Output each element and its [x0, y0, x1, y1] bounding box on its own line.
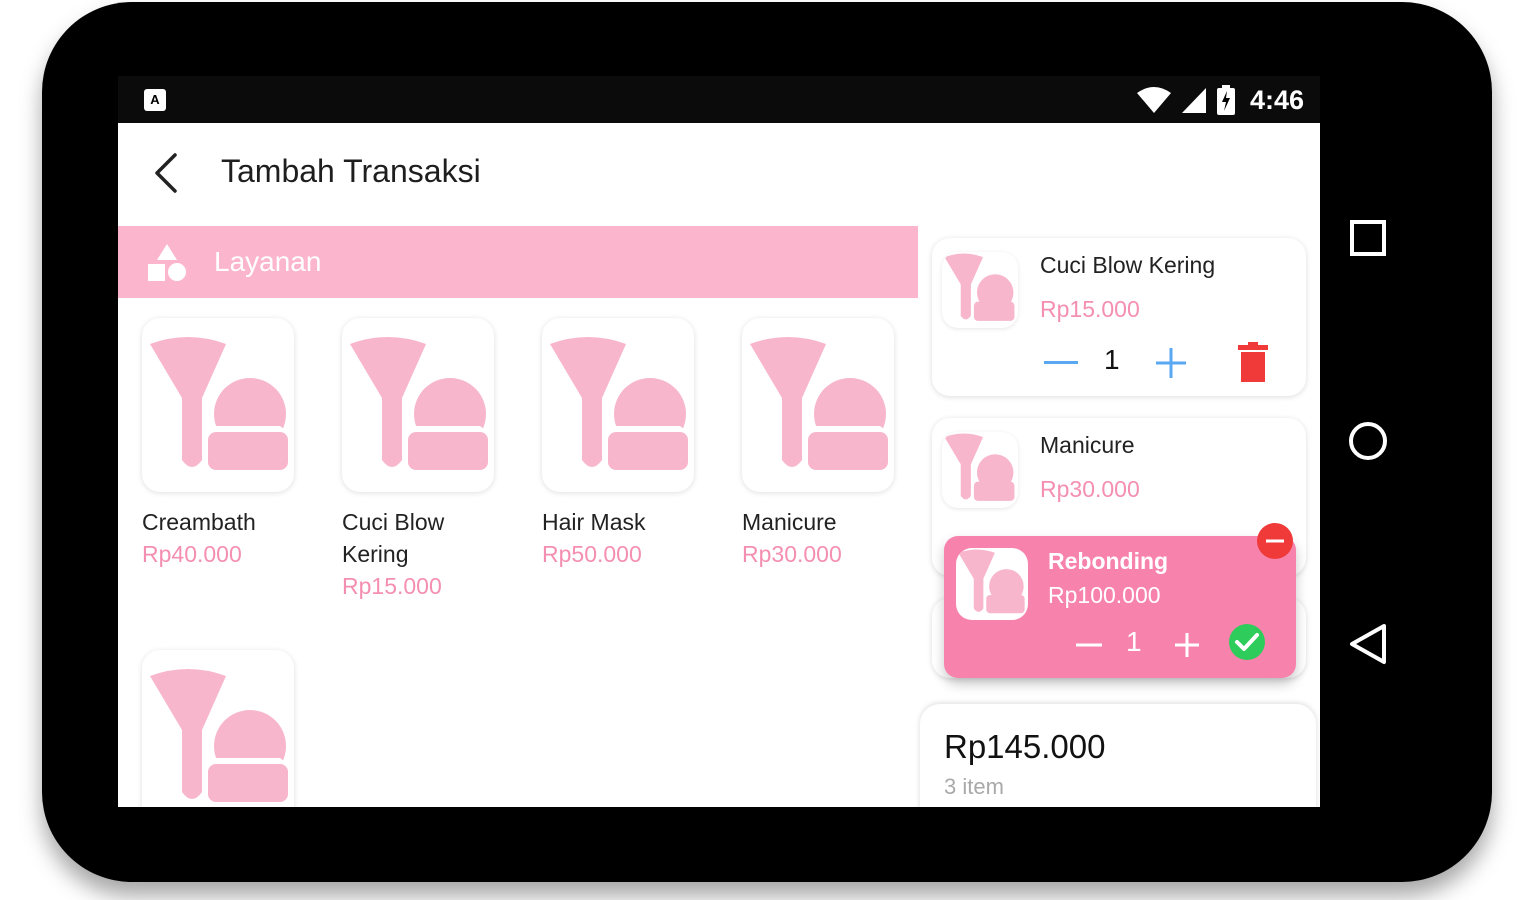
category-label: Layanan	[214, 246, 322, 277]
trash-icon[interactable]	[1238, 342, 1268, 382]
product-card-hair-mask[interactable]: Hair Mask Rp50.000	[542, 318, 702, 570]
product-grid: Creambath Rp40.000 Cuci Blow Kering Rp15…	[118, 298, 918, 807]
battery-icon	[1216, 85, 1235, 115]
dragged-item-quantity: 1	[1126, 626, 1142, 657]
cart-summary[interactable]: Rp145.000 3 item	[920, 704, 1316, 807]
product-image	[142, 318, 294, 492]
dragged-item-image	[956, 548, 1028, 620]
cart-item-image	[942, 432, 1018, 508]
product-card-manicure[interactable]: Manicure Rp30.000	[742, 318, 902, 570]
clock: 4:46	[1249, 84, 1304, 115]
signal-icon	[1181, 88, 1206, 113]
increase-button[interactable]	[1172, 630, 1202, 660]
product-image	[342, 318, 494, 492]
makeup-brush-icon	[150, 669, 288, 802]
shapes-icon	[148, 244, 186, 281]
makeup-brush-icon	[958, 549, 1025, 614]
makeup-brush-icon	[550, 337, 688, 470]
app-bar: Tambah Transaksi	[118, 123, 1320, 223]
product-name: Creambath	[142, 509, 256, 535]
status-icons: 4:46	[1136, 84, 1304, 116]
back-button[interactable]	[144, 151, 188, 195]
cart-item-name: Cuci Blow Kering	[1040, 252, 1216, 278]
dragged-item-name: Rebonding	[1048, 548, 1169, 574]
status-bar: A 4:46	[118, 76, 1320, 123]
product-name: Hair Mask	[542, 509, 646, 535]
total-amount: Rp145.000	[944, 728, 1106, 765]
decrease-button[interactable]	[1044, 346, 1078, 380]
cart-item-image	[942, 252, 1018, 328]
notification-icon: A	[144, 89, 166, 111]
decrease-button[interactable]	[1074, 630, 1104, 660]
makeup-brush-icon	[944, 253, 1015, 321]
total-item-count: 3 item	[944, 774, 1004, 799]
plus-icon	[1156, 348, 1186, 378]
wifi-icon	[1136, 87, 1171, 113]
dragged-item-price: Rp100.000	[1048, 582, 1161, 608]
product-price: Rp15.000	[342, 573, 442, 599]
makeup-brush-icon	[150, 337, 288, 470]
cart-item-quantity: 1	[1104, 344, 1120, 375]
plus-icon	[1175, 633, 1199, 657]
arrow-back-icon	[155, 153, 177, 193]
makeup-brush-icon	[750, 337, 888, 470]
remove-circle-icon[interactable]	[1256, 522, 1294, 560]
product-image	[542, 318, 694, 492]
product-price: Rp40.000	[142, 541, 242, 567]
product-price: Rp30.000	[742, 541, 842, 567]
check-circle-icon[interactable]	[1228, 623, 1266, 661]
home-button[interactable]	[1346, 419, 1390, 463]
cart-item-name: Manicure	[1040, 432, 1135, 458]
product-card-partial[interactable]	[142, 650, 302, 807]
product-card-creambath[interactable]: Creambath Rp40.000	[142, 318, 302, 570]
makeup-brush-icon	[944, 433, 1015, 501]
dragged-item-card[interactable]: Rebonding Rp100.000 1	[944, 536, 1296, 678]
product-card-cuci-blow-kering[interactable]: Cuci Blow Kering Rp15.000	[342, 318, 502, 602]
product-name: Cuci Blow Kering	[342, 509, 445, 567]
page-title: Tambah Transaksi	[221, 153, 481, 189]
app-screen: A 4:46 Tambah Transaksi Layanan Creambat…	[118, 76, 1320, 807]
back-nav-button[interactable]	[1346, 622, 1390, 666]
increase-button[interactable]	[1154, 346, 1188, 380]
minus-icon	[1076, 643, 1102, 647]
recent-apps-button[interactable]	[1346, 216, 1390, 260]
category-header[interactable]: Layanan	[118, 226, 918, 298]
minus-icon	[1044, 361, 1078, 364]
cart-item: Cuci Blow Kering Rp15.000 1	[932, 238, 1306, 396]
product-image	[742, 318, 894, 492]
product-image	[142, 650, 294, 807]
product-name: Manicure	[742, 509, 837, 535]
makeup-brush-icon	[350, 337, 488, 470]
product-price: Rp50.000	[542, 541, 642, 567]
cart-item-price: Rp15.000	[1040, 296, 1140, 322]
cart-item-price: Rp30.000	[1040, 476, 1140, 502]
